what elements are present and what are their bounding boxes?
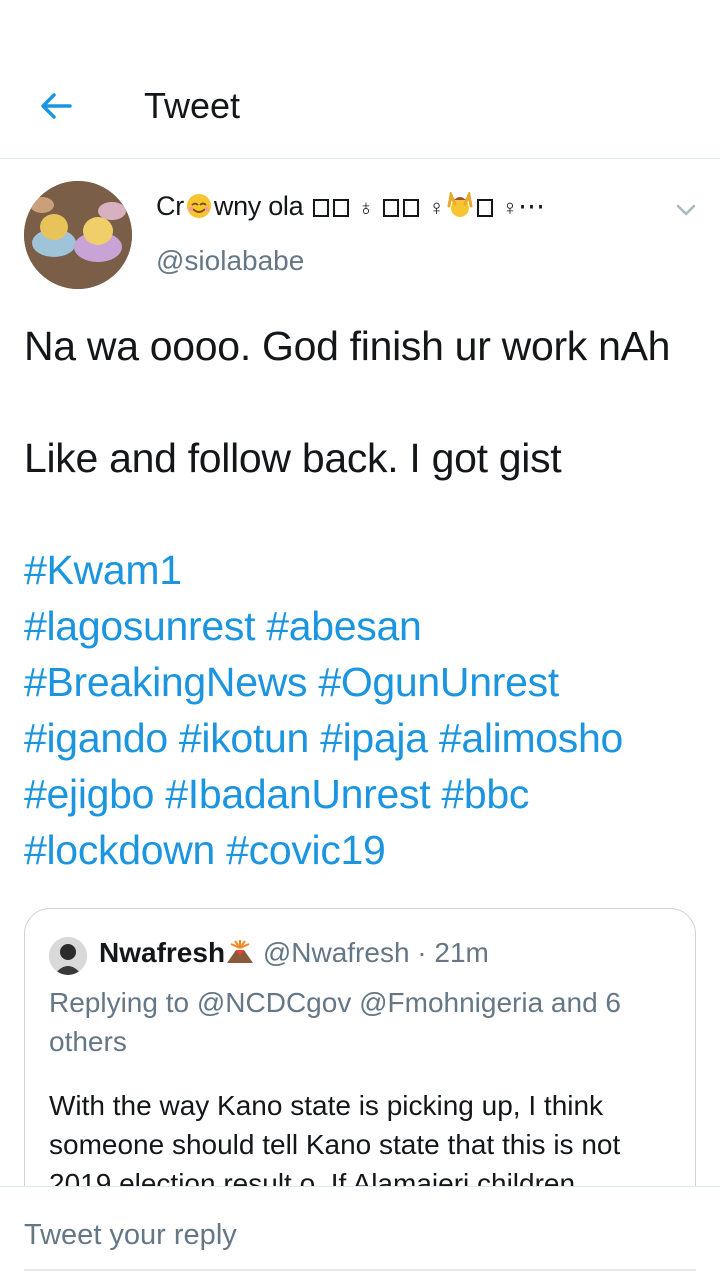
volcano-icon (225, 937, 255, 968)
top-bar: Tweet (0, 0, 720, 159)
name-prefix: Cr (156, 191, 184, 222)
missing-glyph-icon (312, 199, 329, 218)
back-arrow-icon[interactable] (34, 84, 78, 128)
tweet-text: Na wa oooo. God finish ur work nAh Like … (24, 323, 671, 481)
quoted-name: Nwafresh (99, 937, 226, 968)
user-handle[interactable]: @siolababe (156, 245, 304, 277)
quoted-avatar (49, 937, 87, 975)
reply-bar: Tweet your reply (0, 1186, 720, 1280)
female-sign-icon: ♀ (428, 195, 445, 221)
raising-hands-person-icon (445, 189, 475, 225)
name-symbol: ♁ (357, 195, 375, 221)
smiling-face-icon (184, 192, 214, 225)
missing-glyph-icon (383, 199, 400, 218)
missing-glyph-icon (476, 199, 493, 218)
reply-underline (24, 1269, 696, 1271)
replying-to: Replying to @NCDCgov @Fmohnigeria and 6 … (49, 987, 621, 1057)
tweet-hashtags[interactable]: #Kwam1 #lagosunrest #abesan #BreakingNew… (24, 542, 704, 878)
chevron-down-icon[interactable] (672, 200, 700, 220)
reply-input[interactable]: Tweet your reply (24, 1215, 696, 1255)
user-name[interactable]: Cr wny ola ♁ ♀ ♀⋯ (156, 186, 545, 230)
quoted-header: Nwafresh @Nwafresh · 21m (99, 933, 489, 973)
quoted-tweet[interactable]: Nwafresh @Nwafresh · 21m Replying to @NC… (24, 908, 696, 1228)
quoted-time: · 21m (417, 937, 489, 968)
page-title: Tweet (144, 85, 241, 126)
missing-glyph-icon (332, 199, 349, 218)
name-middle: wny ola (213, 191, 304, 222)
avatar[interactable] (24, 181, 132, 289)
female-sign-icon: ♀ (501, 195, 519, 221)
missing-glyph-icon (403, 199, 420, 218)
name-ellipsis: ⋯ (517, 191, 545, 222)
quoted-handle: @Nwafresh (262, 937, 410, 968)
